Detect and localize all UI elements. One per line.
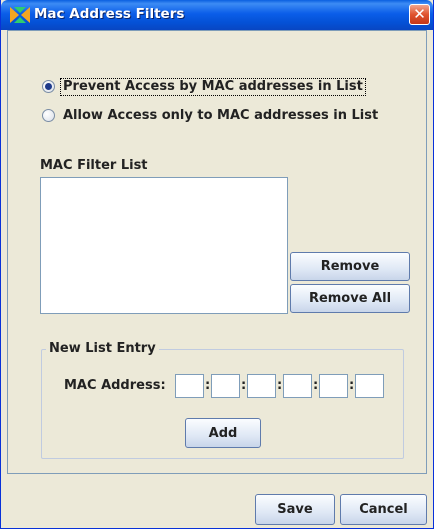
radio-button[interactable] [42, 109, 55, 122]
remove-button[interactable]: Remove [290, 252, 410, 281]
mac-separator: : [313, 378, 319, 393]
mac-separator: : [205, 378, 211, 393]
remove-all-button[interactable]: Remove All [290, 284, 410, 313]
cancel-button[interactable]: Cancel [340, 494, 427, 525]
mac-octet-5[interactable] [319, 374, 348, 398]
mac-address-label: MAC Address: [64, 378, 166, 393]
new-entry-legend: New List Entry [46, 341, 159, 356]
radio-dot [45, 83, 52, 90]
mac-octet-1[interactable] [175, 374, 204, 398]
mac-separator: : [241, 378, 247, 393]
radio-button-selected[interactable] [42, 80, 55, 93]
mac-octet-4[interactable] [283, 374, 312, 398]
app-logo-icon [10, 7, 30, 23]
add-button[interactable]: Add [185, 418, 261, 448]
mac-separator: : [277, 378, 283, 393]
save-button[interactable]: Save [255, 494, 335, 525]
mac-filter-list[interactable] [40, 177, 288, 314]
radio-prevent-label: Prevent Access by MAC addresses in List [60, 78, 366, 96]
close-icon: ✕ [413, 5, 426, 23]
filter-list-label: MAC Filter List [40, 158, 148, 173]
title-bar[interactable]: Mac Address Filters ✕ [1, 0, 433, 30]
mac-octet-3[interactable] [247, 374, 276, 398]
window-title: Mac Address Filters [34, 6, 185, 22]
mac-octet-2[interactable] [211, 374, 240, 398]
mac-separator: : [349, 378, 355, 393]
mac-octet-6[interactable] [355, 374, 384, 398]
dialog-window: Mac Address Filters ✕ Prevent Access by … [0, 0, 434, 529]
close-button[interactable]: ✕ [409, 4, 430, 25]
radio-allow-label: Allow Access only to MAC addresses in Li… [63, 108, 379, 123]
